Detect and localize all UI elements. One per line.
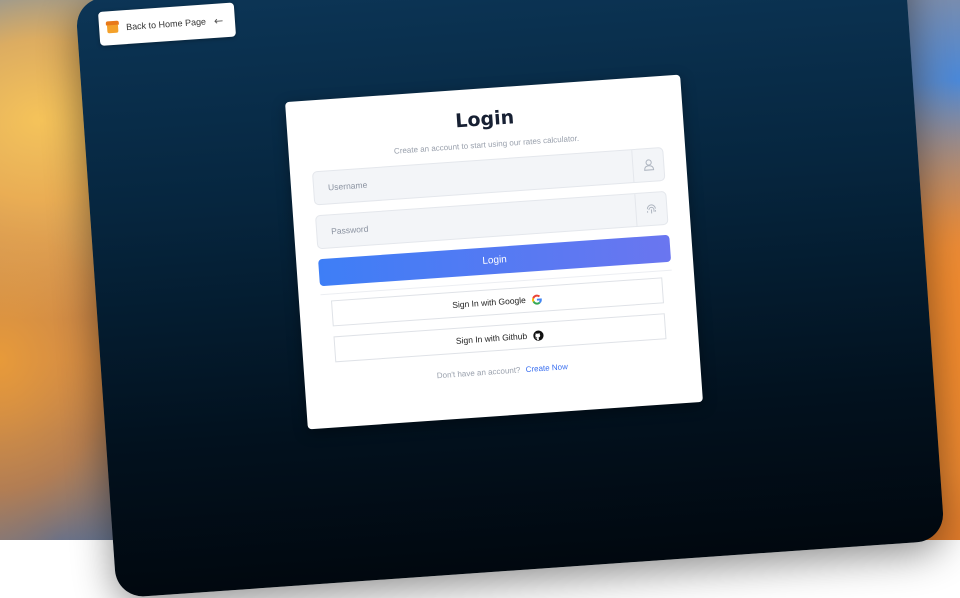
create-account-link[interactable]: Create Now <box>525 362 568 374</box>
fingerprint-icon <box>634 191 668 226</box>
google-signin-label: Sign In with Google <box>451 294 527 311</box>
login-card: Login Create an account to start using o… <box>285 74 703 430</box>
github-signin-label: Sign In with Github <box>455 330 528 346</box>
back-to-home-label: Back to Home Page <box>125 16 207 33</box>
user-icon <box>631 148 665 183</box>
arrow-left-icon: ← <box>213 13 224 28</box>
signup-prompt-text: Don't have an account? <box>436 365 521 381</box>
github-icon <box>533 329 545 341</box>
home-icon <box>106 23 119 33</box>
google-icon <box>531 293 543 305</box>
signup-prompt: Don't have an account? Create Now <box>326 354 678 388</box>
